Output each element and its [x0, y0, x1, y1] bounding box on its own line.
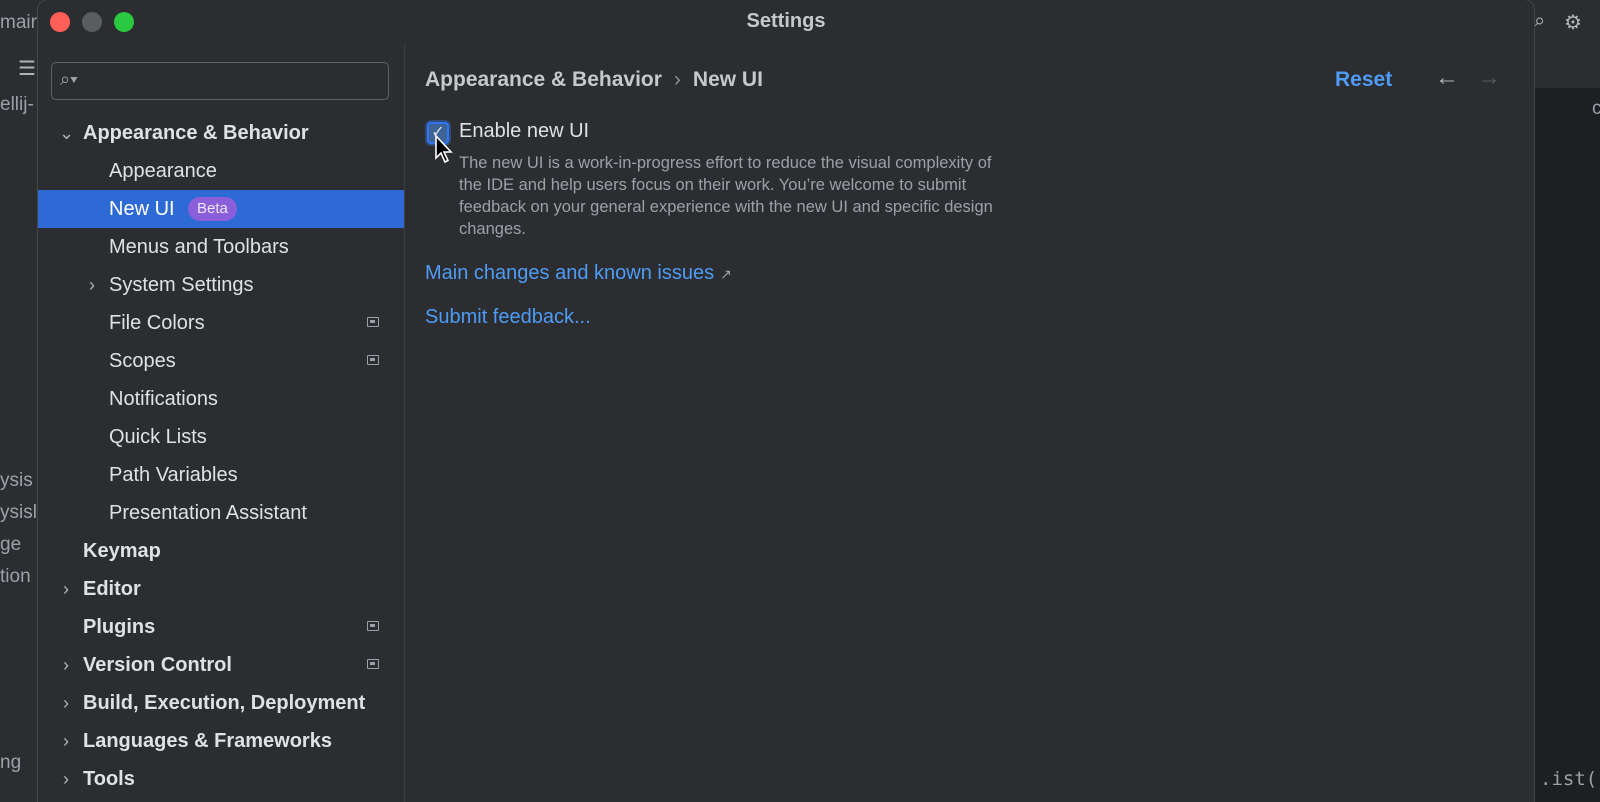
sidebar-item-presentation-assistant[interactable]: Presentation Assistant [38, 494, 404, 532]
sidebar-item-editor[interactable]: › Editor [38, 570, 404, 608]
main-changes-link-label[interactable]: Main changes and known issues [425, 262, 714, 284]
ide-editor-tab [1535, 50, 1600, 88]
breadcrumb-parent[interactable]: Appearance & Behavior [425, 68, 662, 91]
settings-search[interactable]: ⌕▾ [51, 62, 389, 100]
chevron-right-icon[interactable]: › [59, 646, 73, 684]
chevron-right-icon[interactable]: › [59, 760, 73, 798]
breadcrumb-separator: › [673, 68, 681, 91]
sidebar-item-plugins[interactable]: Plugins [38, 608, 404, 646]
sidebar-item-menus-toolbars[interactable]: Menus and Toolbars [38, 228, 404, 266]
bg-code-fragment: .ist() [1540, 768, 1600, 790]
title-bar: Settings [38, 0, 1534, 44]
sidebar-item-label: Appearance & Behavior [83, 122, 309, 144]
sidebar-item-build-execution-deployment[interactable]: › Build, Execution, Deployment [38, 684, 404, 722]
sidebar-item-label: Tools [83, 768, 135, 790]
back-arrow-icon[interactable]: ← [1435, 64, 1459, 92]
search-icon: ⌕▾ [60, 69, 78, 89]
bg-fragment: ge [0, 534, 22, 555]
sidebar-item-notifications[interactable]: Notifications [38, 380, 404, 418]
submit-feedback-link[interactable]: Submit feedback... [425, 306, 591, 329]
chevron-down-icon[interactable]: ⌄ [59, 114, 74, 152]
sidebar-item-keymap[interactable]: Keymap [38, 532, 404, 570]
sidebar-item-file-colors[interactable]: File Colors [38, 304, 404, 342]
sidebar-item-label: Version Control [83, 654, 232, 676]
chevron-right-icon[interactable]: › [59, 570, 73, 608]
sidebar-item-tools[interactable]: › Tools [38, 760, 404, 798]
bg-fragment: mair [0, 12, 37, 33]
sidebar-item-label: System Settings [109, 274, 254, 296]
project-level-icon [367, 621, 379, 631]
breadcrumb-current: New UI [692, 68, 763, 91]
sidebar-item-label: Path Variables [109, 464, 238, 486]
sidebar-item-label: Languages & Frameworks [83, 730, 332, 752]
settings-dialog: Settings ⌕▾ ⌄ Appearance & Behavior Appe… [38, 0, 1534, 802]
sidebar-item-label: New UI [109, 198, 175, 220]
bg-fragment: ng [0, 752, 22, 773]
sidebar-item-path-variables[interactable]: Path Variables [38, 456, 404, 494]
bg-fragment: c [1592, 98, 1600, 119]
window-title: Settings [746, 10, 826, 32]
chevron-right-icon[interactable]: › [59, 684, 73, 722]
enable-new-ui-label[interactable]: Enable new UI [459, 120, 589, 143]
sidebar-item-label: Plugins [83, 616, 156, 638]
search-everywhere-icon[interactable]: ⌕ [1534, 10, 1545, 33]
sidebar-item-label: Quick Lists [109, 426, 207, 448]
bg-fragment: ellij- [0, 94, 34, 115]
settings-content: Appearance & Behavior › New UI Reset ← → ✓… [405, 44, 1534, 802]
checkmark-icon: ✓ [431, 124, 445, 141]
gear-icon[interactable]: ⚙ [1564, 10, 1582, 35]
ide-editor-area [1535, 88, 1600, 802]
main-changes-link[interactable]: Main changes and known issues ↗ [425, 262, 732, 285]
forward-arrow-icon[interactable]: → [1477, 64, 1501, 92]
ide-left-strip [0, 0, 40, 802]
chevron-right-icon[interactable]: › [85, 266, 99, 304]
sidebar-item-label: Presentation Assistant [109, 502, 307, 524]
project-level-icon [367, 659, 379, 669]
sidebar-item-label: Menus and Toolbars [109, 236, 289, 258]
reset-link[interactable]: Reset [1335, 68, 1392, 92]
sidebar-item-label: Notifications [109, 388, 218, 410]
sidebar-item-label: Editor [83, 578, 141, 600]
bg-fragment: tion [0, 566, 31, 587]
sidebar-item-system-settings[interactable]: › System Settings [38, 266, 404, 304]
external-link-icon: ↗ [720, 266, 732, 282]
beta-badge: Beta [188, 197, 237, 221]
chevron-right-icon[interactable]: › [59, 722, 73, 760]
sidebar-item-appearance[interactable]: Appearance [38, 152, 404, 190]
sidebar-item-label: Appearance [109, 160, 217, 182]
search-input[interactable] [92, 69, 376, 95]
sidebar-item-label: Keymap [83, 540, 161, 562]
bg-fragment: ysis [0, 470, 33, 491]
sidebar-item-new-ui[interactable]: New UI Beta [38, 190, 404, 228]
settings-sidebar: ⌕▾ ⌄ Appearance & Behavior Appearance Ne… [38, 44, 404, 802]
sidebar-item-quick-lists[interactable]: Quick Lists [38, 418, 404, 456]
sidebar-item-appearance-behavior[interactable]: ⌄ Appearance & Behavior [38, 114, 404, 152]
sidebar-item-label: Scopes [109, 350, 176, 372]
sidebar-item-scopes[interactable]: Scopes [38, 342, 404, 380]
sidebar-item-version-control[interactable]: › Version Control [38, 646, 404, 684]
sidebar-item-languages-frameworks[interactable]: › Languages & Frameworks [38, 722, 404, 760]
sidebar-item-label: File Colors [109, 312, 205, 334]
structure-icon: ☰ [18, 58, 36, 80]
sidebar-item-label: Build, Execution, Deployment [83, 692, 366, 714]
new-ui-description: The new UI is a work-in-progress effort … [459, 154, 993, 238]
bg-fragment: ysisl [0, 502, 37, 523]
breadcrumb: Appearance & Behavior › New UI [425, 68, 763, 92]
project-level-icon [367, 317, 379, 327]
enable-new-ui-checkbox[interactable]: ✓ [427, 122, 449, 144]
project-level-icon [367, 355, 379, 365]
